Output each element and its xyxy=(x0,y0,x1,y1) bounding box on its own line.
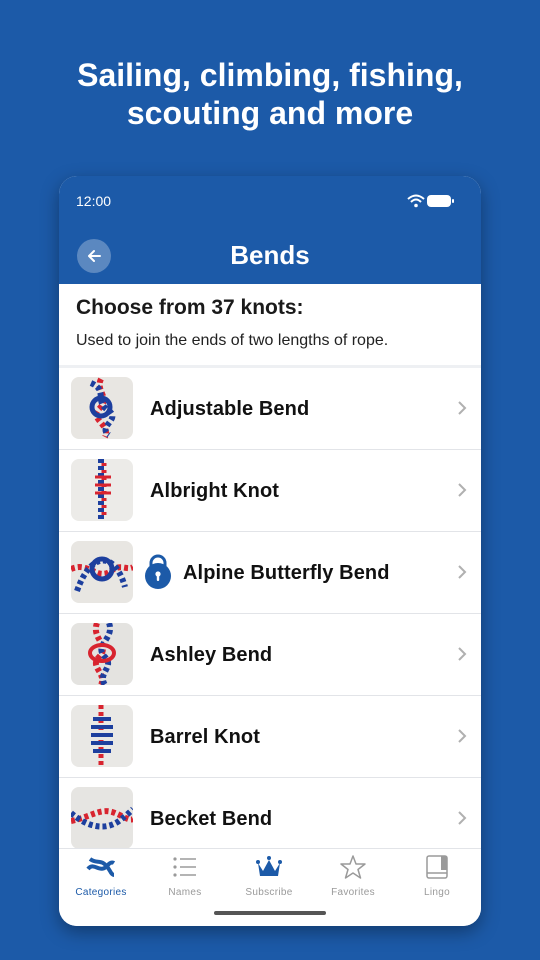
knot-thumbnail xyxy=(71,705,133,767)
intro-title: Choose from 37 knots: xyxy=(76,296,304,319)
knot-thumbnail xyxy=(71,787,133,848)
category-intro: Choose from 37 knots: Used to join the e… xyxy=(59,284,481,368)
knot-row-ashley-bend[interactable]: Ashley Bend xyxy=(59,614,481,696)
knot-list: Adjustable Bend Albright Knot Alpine But… xyxy=(59,368,481,848)
status-time: 12:00 xyxy=(76,193,112,209)
knot-name: Barrel Knot xyxy=(150,726,261,748)
knot-thumbnail xyxy=(71,623,133,685)
page-title: Bends xyxy=(230,240,310,270)
lock-icon xyxy=(145,554,171,589)
book-icon xyxy=(426,855,448,879)
chevron-right-icon xyxy=(458,811,467,825)
knot-row-barrel-knot[interactable]: Barrel Knot xyxy=(59,696,481,778)
knot-row-alpine-butterfly-bend[interactable]: Alpine Butterfly Bend xyxy=(59,532,481,614)
tab-favorites[interactable]: Favorites xyxy=(311,855,395,898)
knot-row-adjustable-bend[interactable]: Adjustable Bend xyxy=(59,368,481,450)
phone-frame: 12:00 Bends Choose from 37 knots: Used t… xyxy=(59,176,481,926)
knot-row-albright-knot[interactable]: Albright Knot xyxy=(59,450,481,532)
chevron-right-icon xyxy=(458,647,467,661)
tab-label: Lingo xyxy=(424,887,450,898)
battery-icon xyxy=(427,195,454,207)
knot-thumbnail xyxy=(71,541,133,603)
knot-name: Ashley Bend xyxy=(150,644,273,666)
chevron-right-icon xyxy=(458,565,467,579)
tab-label: Favorites xyxy=(331,887,375,898)
chevron-right-icon xyxy=(458,729,467,743)
home-indicator xyxy=(214,911,326,915)
chevron-right-icon xyxy=(458,483,467,497)
bottom-tab-bar: Categories Names Subscribe Favorites Lin… xyxy=(59,848,481,926)
headline-line-2: scouting and more xyxy=(126,95,414,131)
tab-subscribe[interactable]: Subscribe xyxy=(227,855,311,898)
knot-name: Becket Bend xyxy=(150,808,273,830)
app-bar: 12:00 Bends xyxy=(59,176,481,284)
intro-subtitle: Used to join the ends of two lengths of … xyxy=(76,332,389,349)
promo-headline: Sailing, climbing, fishing, scouting and… xyxy=(0,56,540,132)
knot-icon xyxy=(86,857,116,877)
knot-thumbnail xyxy=(71,377,133,439)
tab-categories[interactable]: Categories xyxy=(59,855,143,898)
wifi-icon xyxy=(407,194,425,208)
knot-thumbnail xyxy=(71,459,133,521)
knot-row-becket-bend[interactable]: Becket Bend xyxy=(59,778,481,848)
tab-names[interactable]: Names xyxy=(143,855,227,898)
tab-label: Names xyxy=(168,887,202,898)
knot-name: Albright Knot xyxy=(150,480,280,502)
list-icon xyxy=(173,857,196,877)
headline-line-1: Sailing, climbing, fishing, xyxy=(77,57,463,93)
chevron-right-icon xyxy=(458,401,467,415)
tab-lingo[interactable]: Lingo xyxy=(395,855,479,898)
knot-name: Alpine Butterfly Bend xyxy=(183,562,390,584)
tab-label: Categories xyxy=(75,887,127,898)
crown-icon xyxy=(256,856,282,876)
tab-label: Subscribe xyxy=(245,887,293,898)
star-icon xyxy=(340,855,366,879)
knot-name: Adjustable Bend xyxy=(150,398,310,420)
